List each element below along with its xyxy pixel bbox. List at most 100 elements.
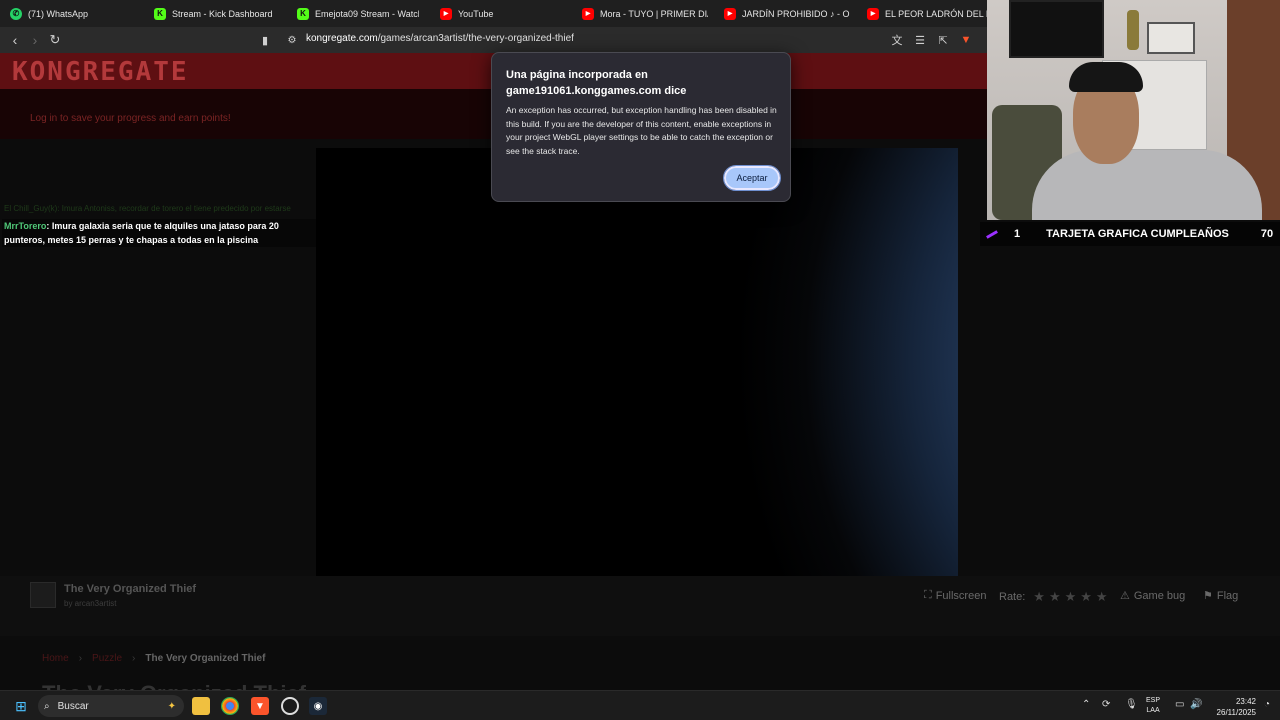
tab-label: JARDÍN PROHIBIDO ♪ - Orque <box>742 8 850 19</box>
rating-stars: ★ ★ ★ ★ ★ <box>1029 589 1107 605</box>
wall-tv <box>1009 0 1104 58</box>
flag-button[interactable]: ⚑ Flag <box>1203 589 1239 603</box>
language-code: ESP <box>1146 697 1161 704</box>
volume-icon[interactable]: 🔊 <box>1190 699 1202 710</box>
tab-mora[interactable]: ▶ Mora - TUYO | PRIMER DIA DE <box>582 0 708 27</box>
youtube-icon: ▶ <box>440 7 452 20</box>
dialog-title: Una página incorporada en game191061.kon… <box>506 69 687 97</box>
game-title: The Very Organized Thief <box>64 583 197 595</box>
tab-jardin-prohibido[interactable]: ▶ JARDÍN PROHIBIDO ♪ - Orque <box>724 0 850 27</box>
tab-peor-ladron[interactable]: ▶ EL PEOR LADRÓN DEL MUND <box>867 0 987 27</box>
flag-icon: ⚑ <box>1203 590 1213 602</box>
share-icon: ⇱ <box>938 34 948 47</box>
tab-label: Emejota09 Stream - Watch <box>315 8 419 19</box>
file-explorer-icon[interactable] <box>192 697 210 715</box>
steam-icon[interactable]: ◉ <box>309 697 327 715</box>
login-prompt-link[interactable]: Log in to save your progress and earn po… <box>30 113 231 124</box>
alert-dialog: Una página incorporada en game191061.kon… <box>491 52 791 202</box>
system-clock[interactable]: 23:42 26/11/2025 <box>1210 696 1256 718</box>
translate-button[interactable]: 文 <box>887 30 907 50</box>
fullscreen-icon: ⛶ <box>924 589 932 601</box>
tab-youtube[interactable]: ▶ YouTube <box>440 0 540 27</box>
kongregate-logo[interactable]: KONGREGATE <box>12 57 189 87</box>
tab-label: YouTube <box>458 8 494 19</box>
brave-shields-button[interactable]: ▼ <box>956 30 976 50</box>
game-author-link[interactable]: by arcan3artist <box>64 599 116 608</box>
tab-whatsapp[interactable]: ✆ (71) WhatsApp <box>10 0 140 27</box>
reader-mode-button[interactable]: ☰ <box>910 30 930 50</box>
star-icon[interactable]: ★ <box>1049 589 1061 604</box>
bookmark-button[interactable]: ▮ <box>255 30 275 50</box>
kick-icon: K <box>297 7 309 20</box>
tab-kick-dashboard[interactable]: K Stream - Kick Dashboard <box>154 0 284 27</box>
star-icon[interactable]: ★ <box>1065 589 1077 604</box>
youtube-icon: ▶ <box>724 7 736 20</box>
forward-arrow-icon: › <box>32 32 38 48</box>
wall-frame <box>1147 22 1195 54</box>
clock-date: 26/11/2025 <box>1216 708 1256 717</box>
breadcrumb: Home › Puzzle › The Very Organized Thief <box>42 653 265 664</box>
back-arrow-icon: ‹ <box>12 32 18 48</box>
breadcrumb-category[interactable]: Puzzle <box>92 653 122 664</box>
tab-emejota-stream[interactable]: K Emejota09 Stream - Watch <box>297 0 419 27</box>
rate-label: Rate: <box>999 591 1026 603</box>
site-info-button[interactable]: ⚙ <box>282 30 302 50</box>
breadcrumb-current: The Very Organized Thief <box>145 653 266 664</box>
url-host: kongregate.com <box>306 33 378 44</box>
stream-goal-bar: 1 TARJETA GRAFICA CUMPLEAÑOS 70 <box>980 222 1280 246</box>
star-icon[interactable]: ★ <box>1033 589 1045 604</box>
tray-chevron-up-icon[interactable]: ⌃ <box>1082 699 1090 710</box>
microphone-icon[interactable]: 🎙 <box>1125 699 1138 710</box>
goal-rank: 1 <box>1014 228 1021 240</box>
fullscreen-button[interactable]: ⛶ Fullscreen <box>924 589 986 602</box>
taskbar-search[interactable]: ⌕ Buscar ✦ <box>38 695 184 717</box>
share-button[interactable]: ⇱ <box>933 30 953 50</box>
youtube-icon: ▶ <box>582 7 594 20</box>
chrome-icon[interactable] <box>221 697 239 715</box>
windows-start-icon[interactable]: ⊞ <box>12 697 30 715</box>
chat-previous-message: El Chill_Guy(k): Imura Antoniss, recorda… <box>4 204 291 213</box>
warning-icon: ⚠ <box>1120 590 1130 602</box>
goal-count: 70 <box>1260 228 1274 240</box>
brave-icon[interactable]: ▼ <box>251 697 269 715</box>
reload-icon: ↻ <box>49 32 61 47</box>
goal-label: TARJETA GRAFICA CUMPLEAÑOS <box>1046 228 1229 240</box>
breadcrumb-separator-icon: › <box>132 653 136 664</box>
breadcrumb-home[interactable]: Home <box>42 653 69 664</box>
obs-icon[interactable] <box>281 697 299 715</box>
notifications-icon[interactable]: ◔ <box>1264 699 1270 710</box>
search-icon: ⌕ <box>44 700 50 712</box>
star-icon[interactable]: ★ <box>1096 589 1108 604</box>
game-thumbnail <box>30 582 56 608</box>
star-icon[interactable]: ★ <box>1080 589 1092 604</box>
keyboard-layout: LAA <box>1146 707 1160 714</box>
dialog-message: An exception has occurred, but exception… <box>506 105 777 156</box>
chat-message: MrrTorero: Imura galaxia seria que te al… <box>2 219 317 247</box>
accept-button[interactable]: Aceptar <box>723 165 781 191</box>
rating-control: Rate: ★ ★ ★ ★ ★ <box>999 589 1108 605</box>
url-path: /games/arcan3artist/the-very-organized-t… <box>377 33 574 44</box>
address-bar[interactable]: kongregate.com/games/arcan3artist/the-ve… <box>306 33 574 44</box>
back-button[interactable]: ‹ <box>5 30 25 50</box>
game-bug-button[interactable]: ⚠ Game bug <box>1120 589 1186 603</box>
page-title: The Very Organized Thief <box>42 681 306 690</box>
sync-icon[interactable]: ⟳ <box>1102 699 1110 710</box>
forward-button[interactable]: › <box>25 30 45 50</box>
brave-lion-icon: ▼ <box>960 34 972 46</box>
shirt <box>1032 150 1262 220</box>
hair <box>1069 62 1143 92</box>
goal-progress-icon <box>986 229 998 239</box>
flag-label: Flag <box>1216 589 1239 602</box>
tab-label: (71) WhatsApp <box>28 8 89 19</box>
copilot-sparkle-icon: ✦ <box>167 700 176 712</box>
game-bug-label: Game bug <box>1133 589 1186 602</box>
language-indicator[interactable]: ESP LAA <box>1146 696 1160 716</box>
search-placeholder: Buscar <box>57 700 89 712</box>
tab-label: EL PEOR LADRÓN DEL MUND <box>885 8 987 19</box>
chat-text: : Imura galaxia seria que te alquiles un… <box>4 221 279 245</box>
game-canvas[interactable] <box>316 148 958 576</box>
network-icon[interactable]: ▭ <box>1175 699 1184 710</box>
reader-icon: ☰ <box>915 34 925 47</box>
kick-icon: K <box>154 7 166 20</box>
reload-button[interactable]: ↻ <box>45 30 65 50</box>
